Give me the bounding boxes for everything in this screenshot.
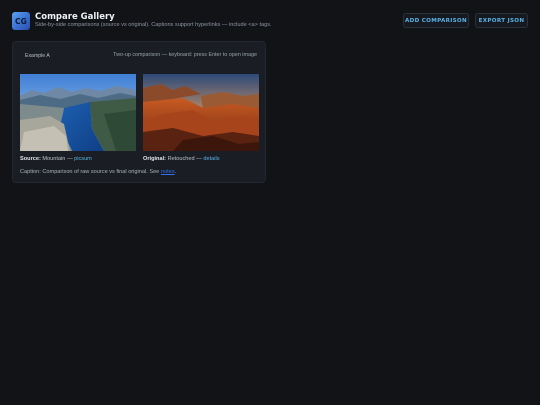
export-json-button[interactable]: EXPORT JSON [475,13,528,28]
original-image[interactable] [143,74,259,151]
card-label: Example A [25,53,50,59]
mountain-fjord-photo-icon [20,74,136,151]
add-comparison-button[interactable]: ADD COMPARISON [403,13,469,28]
caption-suffix: . [174,169,177,175]
original-caption: Original: Retouched — details [143,156,220,162]
notes-link[interactable]: notes [161,169,175,175]
comparison-caption: Caption: Comparison of raw source vs fin… [20,169,176,175]
source-caption: Source: Mountain — picsum [20,156,92,162]
details-link[interactable]: details [203,156,219,162]
app-title: Compare Gallery [35,12,115,22]
picsum-link[interactable]: picsum [74,156,92,162]
app-header: CG Compare Gallery Side-by-side comparis… [0,0,540,40]
app-logo: CG [12,12,30,30]
original-caption-label: Original: [143,156,166,162]
canyon-sunset-photo-icon [143,74,259,151]
comparison-card: Example A Two-up comparison — keyboard: … [12,41,266,183]
source-caption-label: Source: [20,156,41,162]
caption-text: Caption: Comparison of raw source vs fin… [20,169,160,175]
source-image[interactable] [20,74,136,151]
original-caption-text: Retouched — [167,156,202,162]
card-hint: Two-up comparison — keyboard: press Ente… [113,52,257,58]
app-subtitle: Side-by-side comparisons (source vs orig… [35,22,272,28]
source-caption-text: Mountain — [42,156,73,162]
